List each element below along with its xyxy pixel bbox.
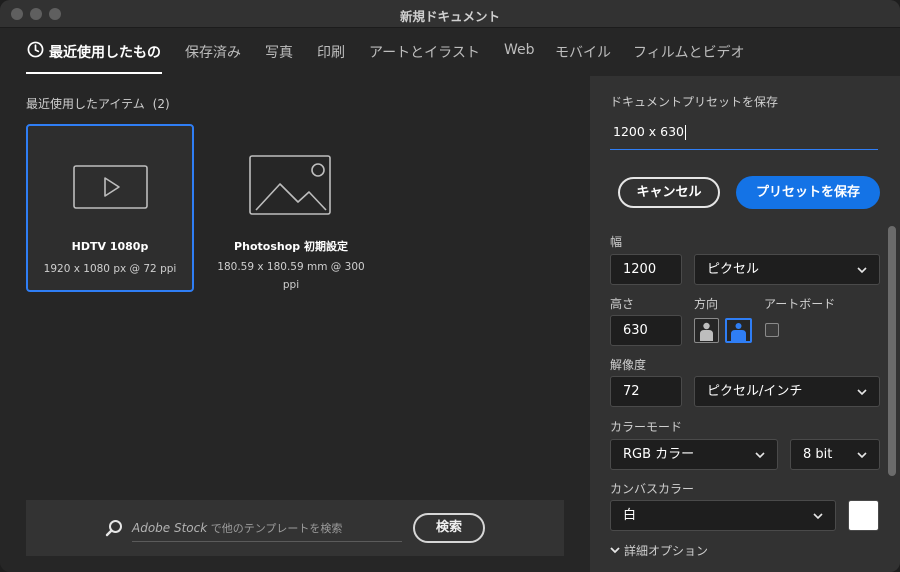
orientation-label: 方向: [694, 297, 719, 311]
search-placeholder-brand: Adobe Stock: [132, 521, 208, 535]
canvas-color-select[interactable]: 白: [610, 500, 836, 531]
recent-items-title: 最近使用したアイテム: [26, 97, 145, 111]
canvas-color-value: 白: [623, 508, 637, 523]
bit-depth-select[interactable]: 8 bit: [790, 439, 880, 470]
preset-name-value: 1200 x 630: [613, 124, 685, 139]
save-preset-button[interactable]: プリセットを保存: [736, 176, 880, 209]
landscape-orientation-button[interactable]: [725, 318, 752, 343]
recent-items-panel: 最近使用したアイテム (2) HDTV 1080p 1920 x 1080 px…: [0, 76, 590, 572]
image-icon: [249, 155, 331, 215]
preset-name-input[interactable]: 1200 x 630: [610, 120, 878, 150]
bit-depth-value: 8 bit: [803, 447, 833, 462]
height-input[interactable]: 630: [610, 315, 682, 346]
tab-film-video[interactable]: フィルムとビデオ: [633, 42, 744, 62]
tab-recent[interactable]: 最近使用したもの: [49, 42, 161, 62]
tab-saved[interactable]: 保存済み: [185, 42, 241, 62]
preset-card-name: Photoshop 初期設定: [234, 240, 348, 253]
width-label: 幅: [610, 235, 623, 249]
resolution-unit-value: ピクセル/インチ: [707, 384, 803, 399]
color-mode-label: カラーモード: [610, 420, 683, 434]
tab-art-illustration[interactable]: アートとイラスト: [369, 42, 480, 62]
landscape-icon: [731, 323, 746, 341]
new-document-window: 新規ドキュメント 最近使用したもの 保存済み 写真 印刷 アートとイラスト We…: [0, 0, 900, 572]
canvas-color-swatch[interactable]: [848, 500, 879, 531]
chevron-down-icon: [813, 513, 823, 520]
preset-card-hdtv[interactable]: HDTV 1080p 1920 x 1080 px @ 72 ppi: [26, 124, 194, 292]
title-bar: 新規ドキュメント: [0, 0, 900, 28]
category-tabs: 最近使用したもの 保存済み 写真 印刷 アートとイラスト Web モバイル フィ…: [0, 28, 900, 76]
clock-icon: [27, 41, 44, 58]
preset-card-name: HDTV 1080p: [71, 240, 149, 253]
chevron-down-icon: [857, 267, 867, 274]
chevron-down-icon: [857, 389, 867, 396]
preset-card-detail: 1920 x 1080 px @ 72 ppi: [43, 263, 177, 275]
text-caret: [685, 125, 687, 140]
recent-items-count: (2): [152, 97, 170, 111]
canvas-color-label: カンバスカラー: [610, 482, 695, 496]
cancel-button[interactable]: キャンセル: [618, 177, 720, 208]
settings-scrollbar[interactable]: [888, 226, 896, 476]
stock-search-input[interactable]: Adobe Stock で他のテンプレートを検索: [132, 514, 402, 542]
stock-search-bar: Adobe Stock で他のテンプレートを検索 検索: [26, 500, 564, 556]
chevron-down-icon: [755, 452, 765, 459]
recent-items-heading: 最近使用したアイテム (2): [26, 95, 170, 112]
chevron-down-icon: [610, 547, 620, 554]
search-placeholder-text: で他のテンプレートを検索: [207, 522, 343, 535]
tab-photo[interactable]: 写真: [265, 42, 293, 62]
chevron-down-icon: [857, 452, 867, 459]
portrait-icon: [700, 322, 713, 341]
resolution-label: 解像度: [610, 358, 647, 372]
search-button[interactable]: 検索: [413, 513, 485, 543]
preset-details-panel: ドキュメントプリセットを保存 1200 x 630 キャンセル プリセットを保存…: [590, 76, 900, 572]
preset-card-detail: 180.59 x 180.59 mm @ 300 ppi: [217, 261, 365, 291]
portrait-orientation-button[interactable]: [694, 318, 719, 343]
tab-mobile[interactable]: モバイル: [555, 42, 611, 62]
preset-name-label: ドキュメントプリセットを保存: [610, 95, 779, 109]
artboard-checkbox[interactable]: [765, 323, 779, 337]
tab-print[interactable]: 印刷: [317, 42, 345, 62]
window-title: 新規ドキュメント: [399, 9, 500, 24]
preset-card-photoshop-default[interactable]: Photoshop 初期設定 180.59 x 180.59 mm @ 300 …: [207, 124, 375, 292]
tab-web[interactable]: Web: [504, 42, 535, 58]
search-icon: [105, 520, 122, 537]
active-tab-indicator: [26, 72, 162, 74]
width-unit-value: ピクセル: [707, 262, 760, 277]
height-label: 高さ: [610, 297, 635, 311]
color-mode-select[interactable]: RGB カラー: [610, 439, 778, 470]
width-unit-select[interactable]: ピクセル: [694, 254, 880, 285]
artboard-label: アートボード: [764, 297, 836, 311]
resolution-input[interactable]: 72: [610, 376, 682, 407]
advanced-options-label: 詳細オプション: [624, 544, 709, 558]
color-mode-value: RGB カラー: [623, 447, 695, 462]
video-icon: [73, 165, 148, 209]
width-input[interactable]: 1200: [610, 254, 682, 285]
resolution-unit-select[interactable]: ピクセル/インチ: [694, 376, 880, 407]
